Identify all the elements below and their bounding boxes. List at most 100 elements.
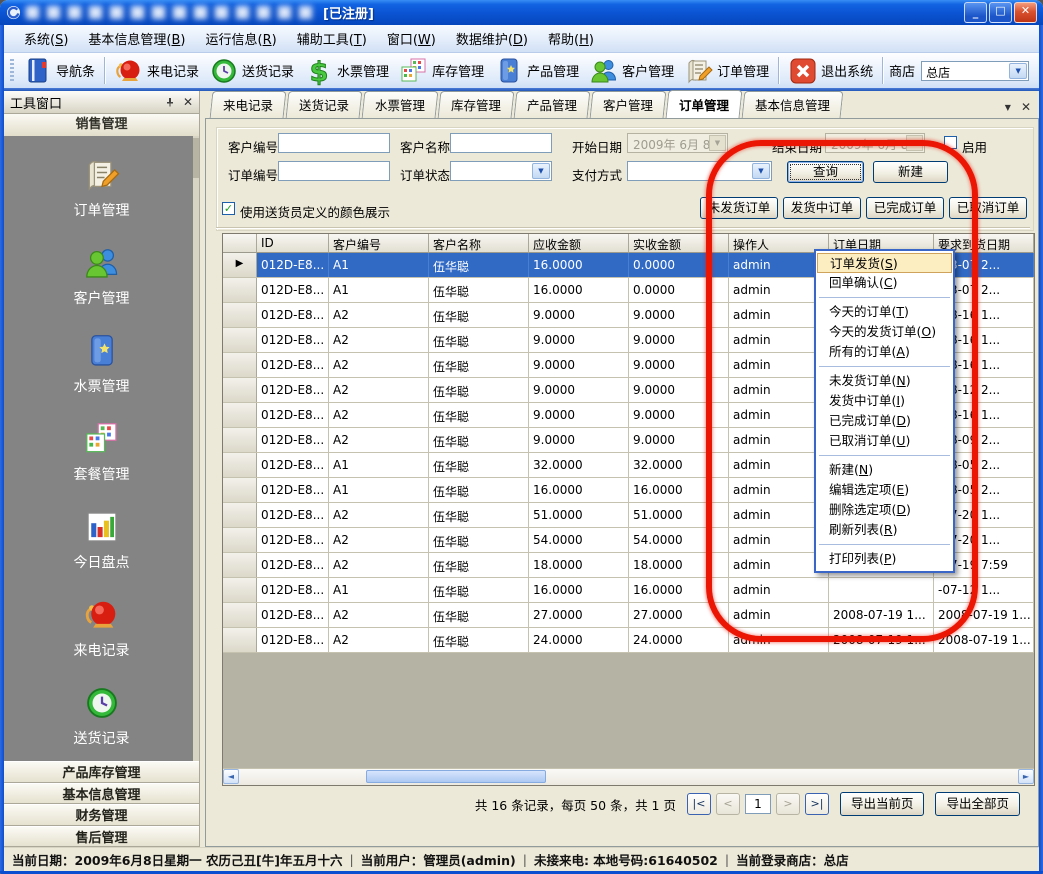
page-number-input[interactable]	[745, 794, 771, 814]
tab[interactable]: 水票管理	[362, 91, 439, 118]
export-all-pages-button[interactable]: 导出全部页	[935, 792, 1020, 816]
sidebar-section-bar[interactable]: 售后管理	[4, 826, 199, 848]
tab[interactable]: 基本信息管理	[742, 91, 844, 118]
sidebar-item[interactable]: 客户管理	[4, 244, 199, 308]
toolbar-button[interactable]: $水票管理	[299, 55, 394, 87]
query-button[interactable]: 查询	[787, 161, 864, 183]
table-cell: 012D-E8...	[257, 628, 329, 652]
context-menu-item[interactable]: 编辑选定项(E)	[817, 480, 952, 500]
maximize-button[interactable]: □	[989, 2, 1012, 23]
close-button[interactable]: ✕	[1014, 2, 1037, 23]
order-no-input[interactable]	[278, 161, 390, 181]
table-cell: 32.0000	[629, 453, 729, 477]
context-menu-item[interactable]: 已完成订单(D)	[817, 411, 952, 431]
tab[interactable]: 客户管理	[590, 91, 667, 118]
toolbar-button[interactable]: 来电记录	[109, 55, 204, 87]
context-menu-item[interactable]: 已取消订单(U)	[817, 431, 952, 451]
quick-filter-button[interactable]: 已完成订单	[866, 197, 944, 219]
column-header[interactable]: 客户编号	[329, 234, 429, 253]
toolbar-button[interactable]: 订单管理	[679, 55, 774, 87]
toolbar-grip[interactable]	[10, 59, 14, 83]
sidebar-item[interactable]: 订单管理	[4, 156, 199, 220]
start-date-picker[interactable]: 2009年 6月 8日▼	[627, 133, 728, 153]
horizontal-scrollbar[interactable]: ◄ ►	[223, 768, 1034, 785]
chevron-down-icon[interactable]: ▼	[1009, 63, 1027, 79]
scroll-left-icon[interactable]: ◄	[223, 769, 239, 784]
sidebar-item[interactable]: 套餐管理	[4, 420, 199, 484]
shop-combobox[interactable]: 总店 ▼	[921, 61, 1029, 81]
scrollbar-thumb[interactable]	[366, 770, 546, 783]
context-menu-item[interactable]: 订单发货(S)	[817, 253, 952, 273]
context-menu-item[interactable]: 删除选定项(D)	[817, 500, 952, 520]
toolbar-button[interactable]: 退出系统	[783, 55, 878, 87]
column-header[interactable]: ID	[257, 234, 329, 253]
table-row[interactable]: 012D-E8...A2伍华聪27.000027.0000admin2008-0…	[223, 603, 1034, 628]
app-window: [已注册] _ □ ✕ 系统(S)基本信息管理(B)运行信息(R)辅助工具(T)…	[0, 0, 1043, 874]
menubar-item[interactable]: 基本信息管理(B)	[78, 25, 195, 52]
tab[interactable]: 产品管理	[514, 91, 591, 118]
quick-filter-button[interactable]: 发货中订单	[783, 197, 861, 219]
chevron-down-icon: ▼	[752, 163, 770, 179]
order-status-combobox[interactable]: ▼	[450, 161, 552, 181]
toolbar-button[interactable]: 库存管理	[394, 55, 489, 87]
sidebar-item[interactable]: 送货记录	[4, 684, 199, 748]
customer-no-input[interactable]	[278, 133, 390, 153]
toolbar-button[interactable]: 产品管理	[489, 55, 584, 87]
toolbar-button[interactable]: 导航条	[18, 55, 100, 87]
context-menu-item[interactable]: 新建(N)	[817, 460, 952, 480]
first-page-button[interactable]: |<	[687, 793, 711, 815]
menubar-item[interactable]: 辅助工具(T)	[287, 25, 377, 52]
tab-list-dropdown-icon[interactable]: ▼	[1005, 103, 1011, 112]
sidebar-section-bar[interactable]: 产品库存管理	[4, 761, 199, 783]
column-header[interactable]: 应收金额	[529, 234, 629, 253]
context-menu-item[interactable]: 刷新列表(R)	[817, 520, 952, 540]
context-menu-item[interactable]: 今天的发货订单(O)	[817, 322, 952, 342]
menubar-item[interactable]: 窗口(W)	[377, 25, 446, 52]
column-header[interactable]: 实收金额	[629, 234, 729, 253]
pay-method-combobox[interactable]: ▼	[627, 161, 772, 181]
table-row[interactable]: 012D-E8...A1伍华聪16.000016.0000admin-07-12…	[223, 578, 1034, 603]
tool-window-close-icon[interactable]: ✕	[183, 95, 193, 109]
sidebar-item[interactable]: 水票管理	[4, 332, 199, 396]
context-menu-item[interactable]: 今天的订单(T)	[817, 302, 952, 322]
tab[interactable]: 库存管理	[438, 91, 515, 118]
sidebar-section-bar[interactable]: 财务管理	[4, 804, 199, 826]
tab[interactable]: 订单管理	[666, 90, 743, 118]
color-display-checkbox[interactable]: ✓	[222, 202, 235, 215]
sidebar-scrollbar[interactable]	[193, 136, 199, 761]
next-page-button[interactable]: >	[776, 793, 800, 815]
export-current-page-button[interactable]: 导出当前页	[840, 792, 925, 816]
end-date-picker[interactable]: 2009年 6月 8日▼	[825, 133, 925, 153]
sidebar-item[interactable]: 今日盘点	[4, 508, 199, 572]
enable-date-checkbox[interactable]	[944, 136, 957, 149]
minimize-button[interactable]: _	[964, 2, 987, 23]
tab[interactable]: 送货记录	[286, 91, 363, 118]
context-menu-item[interactable]: 所有的订单(A)	[817, 342, 952, 362]
tab-close-icon[interactable]: ✕	[1021, 100, 1031, 114]
prev-page-button[interactable]: <	[716, 793, 740, 815]
context-menu-item[interactable]: 打印列表(P)	[817, 549, 952, 569]
new-button[interactable]: 新建	[873, 161, 948, 183]
menubar-item[interactable]: 运行信息(R)	[196, 25, 287, 52]
toolbar-button[interactable]: 送货记录	[204, 55, 299, 87]
menubar-item[interactable]: 系统(S)	[14, 25, 78, 52]
column-header[interactable]: 客户名称	[429, 234, 529, 253]
sidebar-item[interactable]: 来电记录	[4, 596, 199, 660]
menubar-item[interactable]: 帮助(H)	[538, 25, 604, 52]
context-menu-item[interactable]: 未发货订单(N)	[817, 371, 952, 391]
column-header[interactable]	[223, 234, 257, 253]
menubar-item[interactable]: 数据维护(D)	[446, 25, 538, 52]
quick-filter-button[interactable]: 未发货订单	[700, 197, 778, 219]
quick-filter-button[interactable]: 已取消订单	[949, 197, 1027, 219]
customer-name-input[interactable]	[450, 133, 552, 153]
table-row[interactable]: 012D-E8...A2伍华聪24.000024.0000admin2008-0…	[223, 628, 1034, 653]
tab[interactable]: 来电记录	[210, 91, 287, 118]
scroll-right-icon[interactable]: ►	[1018, 769, 1034, 784]
pin-icon[interactable]	[165, 97, 175, 107]
context-menu-item[interactable]: 回单确认(C)	[817, 273, 952, 293]
sidebar-section-sales[interactable]: 销售管理	[4, 114, 199, 137]
last-page-button[interactable]: >|	[805, 793, 829, 815]
context-menu-item[interactable]: 发货中订单(I)	[817, 391, 952, 411]
sidebar-section-bar[interactable]: 基本信息管理	[4, 783, 199, 805]
toolbar-button[interactable]: 客户管理	[584, 55, 679, 87]
